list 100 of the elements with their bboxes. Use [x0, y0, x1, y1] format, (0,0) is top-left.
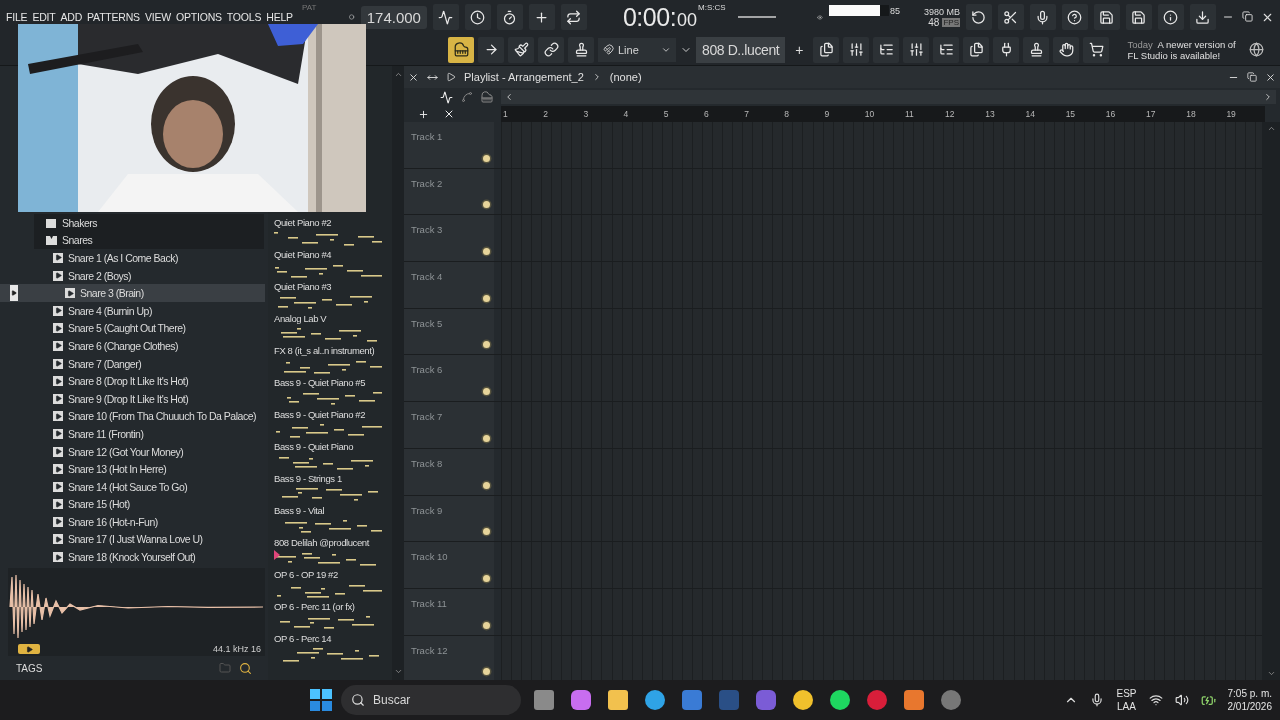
pattern-selector[interactable]: 808 D..lucent [696, 36, 786, 63]
volume-icon[interactable] [1174, 693, 1189, 707]
info-button[interactable] [1158, 4, 1184, 30]
timeline-ruler[interactable]: 1 2 3 4 5 6 7 8 9 10 11 12 13 14 15 16 17 18 19 [501, 106, 1265, 122]
pattern-item[interactable]: Quiet Piano #3 [274, 280, 392, 312]
menu-item[interactable]: OPTIONS [176, 11, 222, 23]
plug-button[interactable] [993, 36, 1020, 63]
microphone-icon[interactable] [1090, 693, 1105, 707]
close-icon[interactable] [408, 71, 419, 83]
sample-item[interactable]: Snare 5 (Caught Out There) [0, 319, 265, 338]
sample-item[interactable]: Snare 17 (I Just Wanna Love U) [0, 530, 265, 549]
pattern-item[interactable]: Bass 9 - Quiet Piano [274, 440, 392, 472]
vertical-scrollbar[interactable] [1262, 122, 1280, 680]
sample-item[interactable]: Snare 8 (Drop It Like It's Hot) [0, 372, 265, 390]
pattern-item[interactable]: 808 Delilah @prodlucent [274, 536, 392, 568]
sample-item[interactable]: Snare 6 (Change Clothes) [0, 337, 265, 355]
pattern-item[interactable]: OP 6 - Perc 14 [274, 632, 392, 664]
track-enable-icon[interactable] [483, 434, 490, 442]
sample-item[interactable]: Snare 11 (Frontin) [0, 425, 265, 443]
track-header[interactable]: Track 8 [404, 448, 494, 495]
wifi-icon[interactable] [1148, 693, 1163, 707]
track-enable-icon[interactable] [483, 574, 490, 582]
sample-item[interactable]: Snare 16 (Hot-n-Fun) [0, 513, 265, 531]
scroll-left-icon[interactable] [504, 92, 514, 102]
track-enable-icon[interactable] [483, 528, 490, 536]
pattern-item[interactable]: Bass 9 - Quiet Piano #2 [274, 408, 392, 440]
sample-item[interactable]: Snare 18 (Knock Yourself Out) [0, 548, 265, 566]
brush-button[interactable] [508, 36, 534, 63]
search-field[interactable]: Buscar [341, 685, 521, 715]
tree-button[interactable] [933, 36, 960, 63]
menu-item[interactable]: TOOLS [226, 11, 262, 23]
menu-item[interactable]: ADD [60, 11, 83, 23]
track-header[interactable]: Track 1 [404, 122, 494, 168]
scissors-button[interactable] [998, 4, 1024, 30]
sample-item[interactable]: Snare 12 (Got Your Money) [0, 442, 265, 461]
track-header[interactable]: Track 11 [404, 588, 494, 635]
horizontal-scrollbar[interactable] [501, 90, 1276, 104]
clock[interactable]: 7:05 p. m. 2/01/2026 [1227, 687, 1272, 713]
list-button[interactable] [873, 36, 900, 63]
track-enable-icon[interactable] [483, 621, 490, 629]
piano-icon[interactable] [481, 90, 493, 103]
track-enable-icon[interactable] [483, 154, 490, 162]
track-enable-icon[interactable] [483, 341, 490, 349]
sample-item[interactable]: Snare 4 (Burnin Up) [0, 301, 265, 320]
folder-row[interactable]: Shakers [34, 214, 264, 232]
microphone-button[interactable] [1030, 4, 1056, 30]
track-header[interactable]: Track 5 [404, 308, 494, 355]
piano-roll-button[interactable] [448, 36, 474, 63]
restore-icon[interactable] [1242, 10, 1253, 22]
clock-button[interactable] [464, 4, 491, 30]
restore-icon[interactable] [1247, 72, 1257, 82]
scroll-down-icon[interactable] [393, 667, 403, 676]
add-button[interactable] [528, 4, 555, 30]
pattern-item[interactable]: FX 8 (it_s al..n instrument) [274, 344, 392, 376]
pattern-item[interactable]: Analog Lab V [274, 312, 392, 344]
search-icon[interactable] [239, 661, 252, 675]
globe-icon[interactable] [1249, 42, 1265, 57]
link-button[interactable] [538, 36, 564, 63]
tempo-field[interactable]: 174.000 [360, 5, 427, 29]
menu-item[interactable]: VIEW [144, 11, 171, 23]
download-button[interactable] [1190, 4, 1216, 30]
scroll-up-icon[interactable] [1266, 124, 1276, 133]
files-button[interactable] [963, 36, 990, 63]
timer-button[interactable] [496, 4, 523, 30]
track-header[interactable]: Track 2 [404, 168, 494, 215]
play-icon[interactable] [446, 72, 456, 82]
scroll-right-icon[interactable] [1263, 92, 1273, 102]
track-enable-icon[interactable] [483, 668, 490, 676]
track-enable-icon[interactable] [483, 388, 490, 396]
scroll-down-icon[interactable] [1266, 669, 1276, 678]
mixer-button[interactable] [903, 36, 930, 63]
track-header[interactable]: Track 6 [404, 355, 494, 402]
pattern-selector[interactable]: (none) [609, 71, 642, 83]
menu-item[interactable]: FILE [6, 11, 28, 23]
track-enable-icon[interactable] [483, 294, 490, 302]
sample-item[interactable]: Snare 2 (Boys) [0, 266, 265, 285]
sample-item[interactable]: Snare 15 (Hot) [0, 495, 265, 514]
add-icon[interactable] [418, 108, 429, 120]
loop-button[interactable] [560, 4, 587, 30]
close-icon[interactable] [1265, 71, 1276, 83]
sample-item[interactable]: Snare 14 (Hot Sauce To Go) [0, 477, 265, 496]
pattern-item[interactable]: Bass 9 - Quiet Piano #5 [274, 376, 392, 408]
pattern-item[interactable]: Bass 9 - Strings 1 [274, 472, 392, 504]
save-button[interactable] [1094, 4, 1120, 30]
curve-icon[interactable] [461, 90, 473, 103]
scroll-up-icon[interactable] [393, 70, 403, 79]
sample-item[interactable]: Snare 1 (As I Come Back) [0, 249, 265, 267]
track-header[interactable]: Track 12 [404, 635, 494, 680]
track-header[interactable]: Track 3 [404, 215, 494, 262]
news-text[interactable]: Today A newer version of FL Studio is available! [1127, 38, 1246, 61]
sample-item[interactable]: Snare 13 (Hot In Herre) [0, 460, 265, 478]
track-header[interactable]: Track 7 [404, 402, 494, 448]
undo-button[interactable] [966, 4, 992, 30]
track-enable-icon[interactable] [483, 481, 490, 489]
add-pattern-button[interactable]: + [795, 41, 804, 58]
menu-item[interactable]: EDIT [32, 11, 56, 23]
pattern-item[interactable]: Quiet Piano #4 [274, 248, 392, 280]
pattern-item[interactable]: OP 6 - Perc 11 (or fx) [274, 600, 392, 632]
waveform-icon[interactable] [440, 90, 453, 104]
cart-button[interactable] [1083, 36, 1110, 63]
